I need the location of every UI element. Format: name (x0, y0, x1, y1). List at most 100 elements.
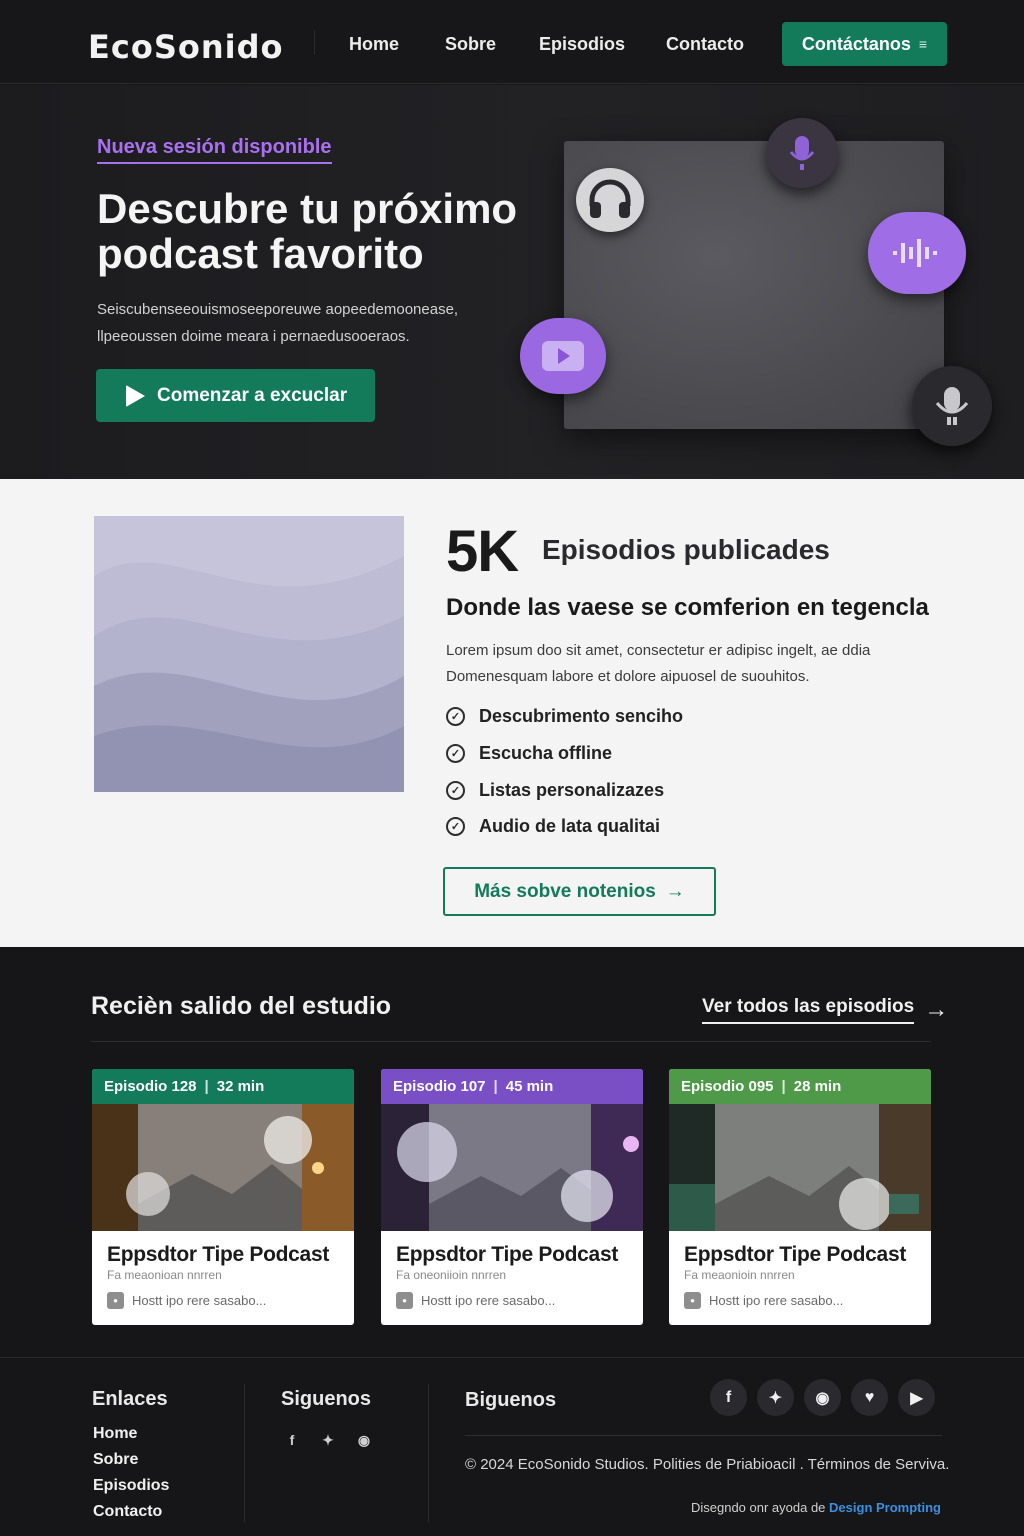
episode-subtitle: Fa oneoniioin nnrren (396, 1268, 507, 1282)
check-circle-icon: ✓ (446, 707, 465, 726)
episode-thumbnail (92, 1104, 354, 1231)
credit-link[interactable]: Design Prompting (829, 1500, 941, 1515)
audio-wave-icon (868, 212, 966, 294)
episode-card[interactable]: Episodio 107 | 45 min Eppsdtor Tipe Podcas… (381, 1069, 643, 1325)
footer-link-home[interactable]: Home (93, 1425, 137, 1443)
about-paragraph: Lorem ipsum doo sit amet, consectetur er… (446, 642, 871, 685)
new-session-badge[interactable]: Nueva sesión disponible (97, 136, 332, 164)
host-label: Hostt ipo rere sasabo... (132, 1293, 267, 1308)
view-all-episodes-link[interactable]: Ver todos las episodios → (702, 996, 948, 1024)
instagram-icon[interactable]: ◉ (804, 1379, 841, 1416)
feature-item: ✓ Descubrimento senciho (446, 706, 683, 727)
host-label: Hostt ipo rere sasabo... (421, 1293, 556, 1308)
episode-number: Episodio 095 (681, 1078, 774, 1095)
more-about-button[interactable]: Más sobve notenios → (443, 867, 716, 916)
copyright-text: © 2024 EcoSonido Studios. Polities de Pr… (465, 1456, 950, 1473)
footer-link-episodios[interactable]: Episodios (93, 1477, 169, 1495)
footer-rule (465, 1435, 942, 1436)
about-heading: Donde las vaese se comferion en tegencla (446, 594, 929, 621)
host-avatar-icon: ● (684, 1292, 701, 1309)
footer-links-title: Enlaces (92, 1388, 168, 1410)
check-circle-icon: ✓ (446, 744, 465, 763)
hero-title: Descubre tu próximo podcast favorito (97, 185, 518, 277)
feature-item: ✓ Listas personalizazes (446, 780, 664, 801)
host-avatar-icon: ● (107, 1292, 124, 1309)
episode-duration: 32 min (216, 1078, 265, 1095)
video-play-icon (520, 318, 606, 394)
episodes-stat-label: Episodios publicades (542, 534, 830, 565)
feature-item: ✓ Escucha offline (446, 743, 612, 764)
feature-label: Audio de lata qualitai (479, 816, 661, 836)
episode-meta-bar: Episodio 095 | 28 min (669, 1069, 931, 1104)
chart-icon: ≡ (918, 36, 928, 52)
host-avatar-icon: ● (396, 1292, 413, 1309)
twitter-icon[interactable]: ✦ (318, 1430, 338, 1450)
twitter-icon[interactable]: ✦ (757, 1379, 794, 1416)
footer-social-circles: f ✦ ◉ ♥ ▶ (710, 1379, 935, 1416)
footer-link-contacto[interactable]: Contacto (93, 1503, 162, 1521)
nav-divider (314, 30, 315, 54)
episode-thumbnail (669, 1104, 931, 1231)
footer-divider (244, 1384, 245, 1522)
episode-duration: 28 min (793, 1078, 842, 1095)
episode-card[interactable]: Episodio 128 | 32 min Eppsdtor Tipe Podcas… (92, 1069, 354, 1325)
abstract-waves-image (94, 516, 404, 792)
feature-label: Escucha offline (479, 743, 613, 763)
host-label: Hostt ipo rere sasabo... (709, 1293, 844, 1308)
footer-link-sobre[interactable]: Sobre (93, 1451, 138, 1469)
instagram-icon[interactable]: ◉ (354, 1430, 374, 1450)
episode-meta-bar: Episodio 107 | 45 min (381, 1069, 643, 1104)
podcast-mic-icon (912, 366, 992, 446)
credit-prefix: Disegndo onr ayoda de (690, 1500, 826, 1515)
start-listening-button[interactable]: Comenzar a excuclar (96, 369, 375, 422)
episode-thumbnail (381, 1104, 643, 1231)
episode-number: Episodio 128 (104, 1078, 197, 1095)
episode-host: ● Hostt ipo rere sasabo... (684, 1292, 916, 1309)
episodes-divider (91, 1041, 931, 1042)
hero-subtitle: Seiscubenseeouismoseeporeuwe aopeedemoon… (97, 301, 459, 345)
play-icon (126, 384, 145, 407)
check-circle-icon: ✓ (446, 817, 465, 836)
footer-divider (428, 1384, 429, 1522)
arrow-right-icon: → (665, 880, 685, 902)
youtube-icon[interactable]: ▶ (898, 1379, 935, 1416)
nav-link-sobre[interactable]: Sobre (445, 34, 496, 55)
microphone-icon (766, 118, 838, 188)
facebook-icon[interactable]: f (282, 1430, 302, 1450)
design-credit: Disegndo onr ayoda de Design Prompting (691, 1500, 941, 1515)
footer-follow-title-secondary: Biguenos (465, 1389, 557, 1411)
contact-cta-button[interactable]: Contáctanos ≡ (782, 22, 947, 66)
top-navbar: EcoSonido Home Sobre Episodios Contacto … (0, 0, 1024, 84)
episode-title: Eppsdtor Tipe Podcast (396, 1243, 619, 1266)
view-all-label: Ver todos las episodios (702, 996, 915, 1024)
footer-social-small: f ✦ ◉ (282, 1430, 374, 1450)
episode-title: Eppsdtor Tipe Podcast (107, 1243, 330, 1266)
nav-link-episodios[interactable]: Episodios (539, 34, 625, 55)
facebook-icon[interactable]: f (710, 1379, 747, 1416)
episode-title: Eppsdtor Tipe Podcast (684, 1243, 907, 1266)
footer-follow-title: Siguenos (281, 1388, 372, 1410)
feature-item: ✓ Audio de lata qualitai (446, 816, 660, 837)
episodes-title: Recièn salido del estudio (91, 992, 392, 1020)
episode-subtitle: Fa meaonioin nnrren (684, 1268, 795, 1282)
start-listening-label: Comenzar a excuclar (157, 384, 348, 406)
headphones-icon (576, 168, 644, 232)
episode-meta-bar: Episodio 128 | 32 min (92, 1069, 354, 1104)
heart-icon[interactable]: ♥ (851, 1379, 888, 1416)
feature-label: Descubrimento senciho (479, 706, 684, 726)
feature-label: Listas personalizazes (479, 780, 665, 800)
site-logo[interactable]: EcoSonido (88, 28, 283, 66)
nav-link-home[interactable]: Home (349, 34, 399, 55)
episodes-stat-number: 5K (446, 519, 519, 584)
arrow-right-icon: → (924, 996, 949, 1023)
episode-subtitle: Fa meaonioan nnrren (107, 1268, 222, 1282)
episode-host: ● Hostt ipo rere sasabo... (396, 1292, 628, 1309)
check-circle-icon: ✓ (446, 781, 465, 800)
episode-host: ● Hostt ipo rere sasabo... (107, 1292, 339, 1309)
more-about-label: Más sobve notenios (474, 880, 656, 902)
episode-number: Episodio 107 (393, 1078, 486, 1095)
episode-card[interactable]: Episodio 095 | 28 min Eppsdtor Tipe Podcas… (669, 1069, 931, 1325)
nav-link-contacto[interactable]: Contacto (666, 34, 744, 55)
contact-cta-label: Contáctanos (801, 33, 911, 54)
episode-duration: 45 min (505, 1078, 554, 1095)
